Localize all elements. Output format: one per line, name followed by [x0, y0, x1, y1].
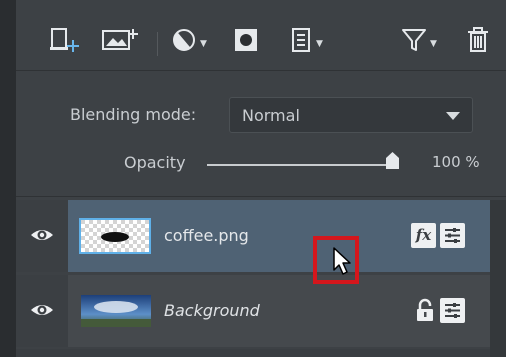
- layer-menu-button[interactable]: ▼: [284, 24, 330, 60]
- new-layer-button[interactable]: [46, 24, 86, 60]
- filter-button[interactable]: ▼: [396, 24, 442, 60]
- new-layer-icon: [49, 27, 83, 57]
- lock-icon[interactable]: [415, 298, 435, 327]
- layers-toolbar: ▼ ▼ ▼: [16, 14, 506, 70]
- opacity-slider-thumb[interactable]: [386, 152, 399, 169]
- eye-icon[interactable]: [30, 301, 54, 323]
- layer-menu-icon: [291, 27, 313, 57]
- mask-button[interactable]: [226, 24, 266, 60]
- left-edge-strip: [0, 0, 16, 357]
- layer-properties-icon[interactable]: [440, 223, 465, 248]
- add-image-layer-icon: [101, 27, 141, 57]
- blending-mode-label: Blending mode:: [70, 105, 197, 124]
- trash-icon: [467, 27, 489, 57]
- layer-name: coffee.png: [164, 226, 249, 245]
- blending-mode-select[interactable]: Normal: [229, 97, 473, 133]
- panel-bottom: [16, 349, 490, 357]
- visibility-cell: [16, 275, 68, 347]
- mouse-cursor-icon: [332, 246, 354, 280]
- layers-scrollbar[interactable]: [490, 200, 506, 357]
- layer-row-coffee[interactable]: coffee.png fx: [16, 200, 490, 272]
- layer-thumbnail: [79, 218, 151, 254]
- panel-divider: [16, 196, 506, 197]
- mask-icon: [233, 27, 259, 57]
- adjustment-layer-button[interactable]: ▼: [166, 24, 212, 60]
- filter-icon: [401, 27, 427, 57]
- toolbar-separator: [157, 32, 158, 56]
- fx-icon[interactable]: fx: [411, 223, 436, 248]
- chevron-down-icon: ▼: [430, 39, 437, 49]
- layer-properties-icon[interactable]: [440, 298, 465, 323]
- delete-layer-button[interactable]: [460, 24, 496, 60]
- visibility-cell: [16, 200, 68, 272]
- chevron-down-icon: ▼: [200, 39, 207, 49]
- add-image-layer-button[interactable]: [98, 24, 144, 60]
- chevron-down-icon: ▼: [316, 39, 323, 49]
- layer-row-background[interactable]: Background: [16, 275, 490, 347]
- layer-thumbnail: [81, 295, 151, 327]
- opacity-slider-track[interactable]: [207, 164, 397, 166]
- blending-mode-value: Normal: [242, 106, 300, 125]
- layer-name: Background: [164, 301, 260, 320]
- opacity-label: Opacity: [124, 153, 186, 172]
- adjustment-layer-icon: [171, 27, 197, 57]
- toolbar-divider: [16, 70, 506, 71]
- opacity-value: 100 %: [432, 153, 480, 171]
- dropdown-arrow-icon: [446, 112, 460, 120]
- eye-icon[interactable]: [30, 226, 54, 248]
